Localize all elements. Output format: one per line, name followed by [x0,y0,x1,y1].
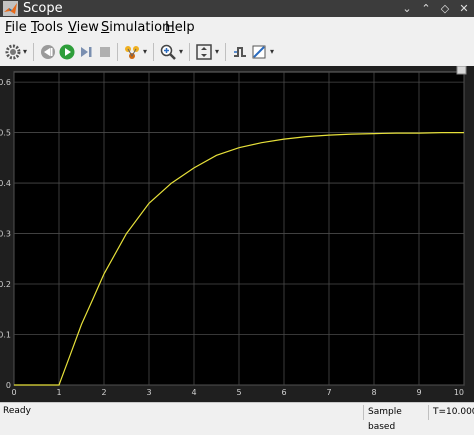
maximize-axes-icon[interactable] [456,65,467,75]
x-tick-label: 9 [416,388,421,397]
minimize-icon[interactable]: ⌄ [398,0,416,17]
step-back-icon[interactable] [39,43,57,61]
highlight-icon[interactable] [123,43,141,61]
toolbar-separator [117,43,118,61]
x-tick-label: 6 [281,388,286,397]
menu-tools-label: ools [36,20,64,35]
step-forward-icon[interactable] [77,43,95,61]
x-tick-label: 4 [191,388,196,397]
triggers-icon[interactable] [231,43,249,61]
menu-file[interactable]: File [5,20,27,36]
y-tick-label: 0.1 [0,331,11,340]
y-tick-label: 0.3 [0,230,11,239]
status-bar: Ready Sample based T=10.000 [0,402,474,432]
toolbar-separator [225,43,226,61]
scope-display[interactable]: 0 0.1 0.2 0.3 0.4 0.5 0.6 0 1 2 3 4 5 6 7 8 9 10 [0,65,474,402]
matlab-logo-icon [3,1,18,16]
simulation-time-label: T=10.000 [428,405,474,420]
settings-dropdown-icon[interactable]: ▾ [23,47,27,57]
x-tick-label: 5 [236,388,241,397]
y-tick-label: 0.6 [0,78,11,87]
menu-help-label: elp [174,20,195,35]
menu-bar: File Tools View Simulation Help [0,17,474,38]
menu-view-label: iew [76,20,99,35]
menu-help-mnemonic: H [165,20,175,35]
toolbar: ▾ ▾ ▾ ▾ ▾ [0,38,474,67]
plot-svg: 0 0.1 0.2 0.3 0.4 0.5 0.6 0 1 2 3 4 5 6 7 8 9 10 [0,65,467,397]
highlight-dropdown-icon[interactable]: ▾ [143,47,147,57]
x-tick-label: 0 [11,388,16,397]
autoscale-dropdown-icon[interactable]: ▾ [215,47,219,57]
y-tick-label: 0.2 [0,280,11,289]
toolbar-separator [189,43,190,61]
menu-help[interactable]: Help [165,20,195,36]
toolbar-separator [153,43,154,61]
menu-tools[interactable]: Tools [31,20,63,36]
autoscale-icon[interactable] [195,43,213,61]
menu-view-mnemonic: V [68,20,77,35]
x-tick-label: 3 [146,388,151,397]
maximize-icon[interactable]: ◇ [436,0,454,17]
window-title: Scope [23,1,63,16]
status-text: Ready [3,406,31,416]
style-dropdown-icon[interactable]: ▾ [270,47,274,57]
style-icon[interactable] [250,43,268,61]
title-bar: Scope ⌄ ⌃ ◇ ✕ [0,0,474,17]
zoom-dropdown-icon[interactable]: ▾ [179,47,183,57]
y-tick-label: 0.4 [0,179,11,188]
zoom-icon[interactable] [159,43,177,61]
x-tick-label: 1 [56,388,61,397]
x-tick-label: 8 [371,388,376,397]
x-tick-label: 2 [101,388,106,397]
x-tick-label: 7 [326,388,331,397]
y-tick-label: 0.5 [0,129,11,138]
run-icon[interactable] [58,43,76,61]
gear-icon[interactable] [4,43,22,61]
y-tick-label: 0 [6,381,11,390]
menu-simulation[interactable]: Simulation [101,20,170,36]
menu-simulation-label: imulation [109,20,171,35]
sample-mode-label: Sample based [363,405,426,432]
restore-icon[interactable]: ⌃ [417,0,435,17]
close-icon[interactable]: ✕ [455,0,473,17]
menu-file-label: ile [11,20,27,35]
stop-icon[interactable] [96,43,114,61]
toolbar-separator [33,43,34,61]
x-tick-label: 10 [454,388,464,397]
menu-view[interactable]: View [68,20,99,36]
